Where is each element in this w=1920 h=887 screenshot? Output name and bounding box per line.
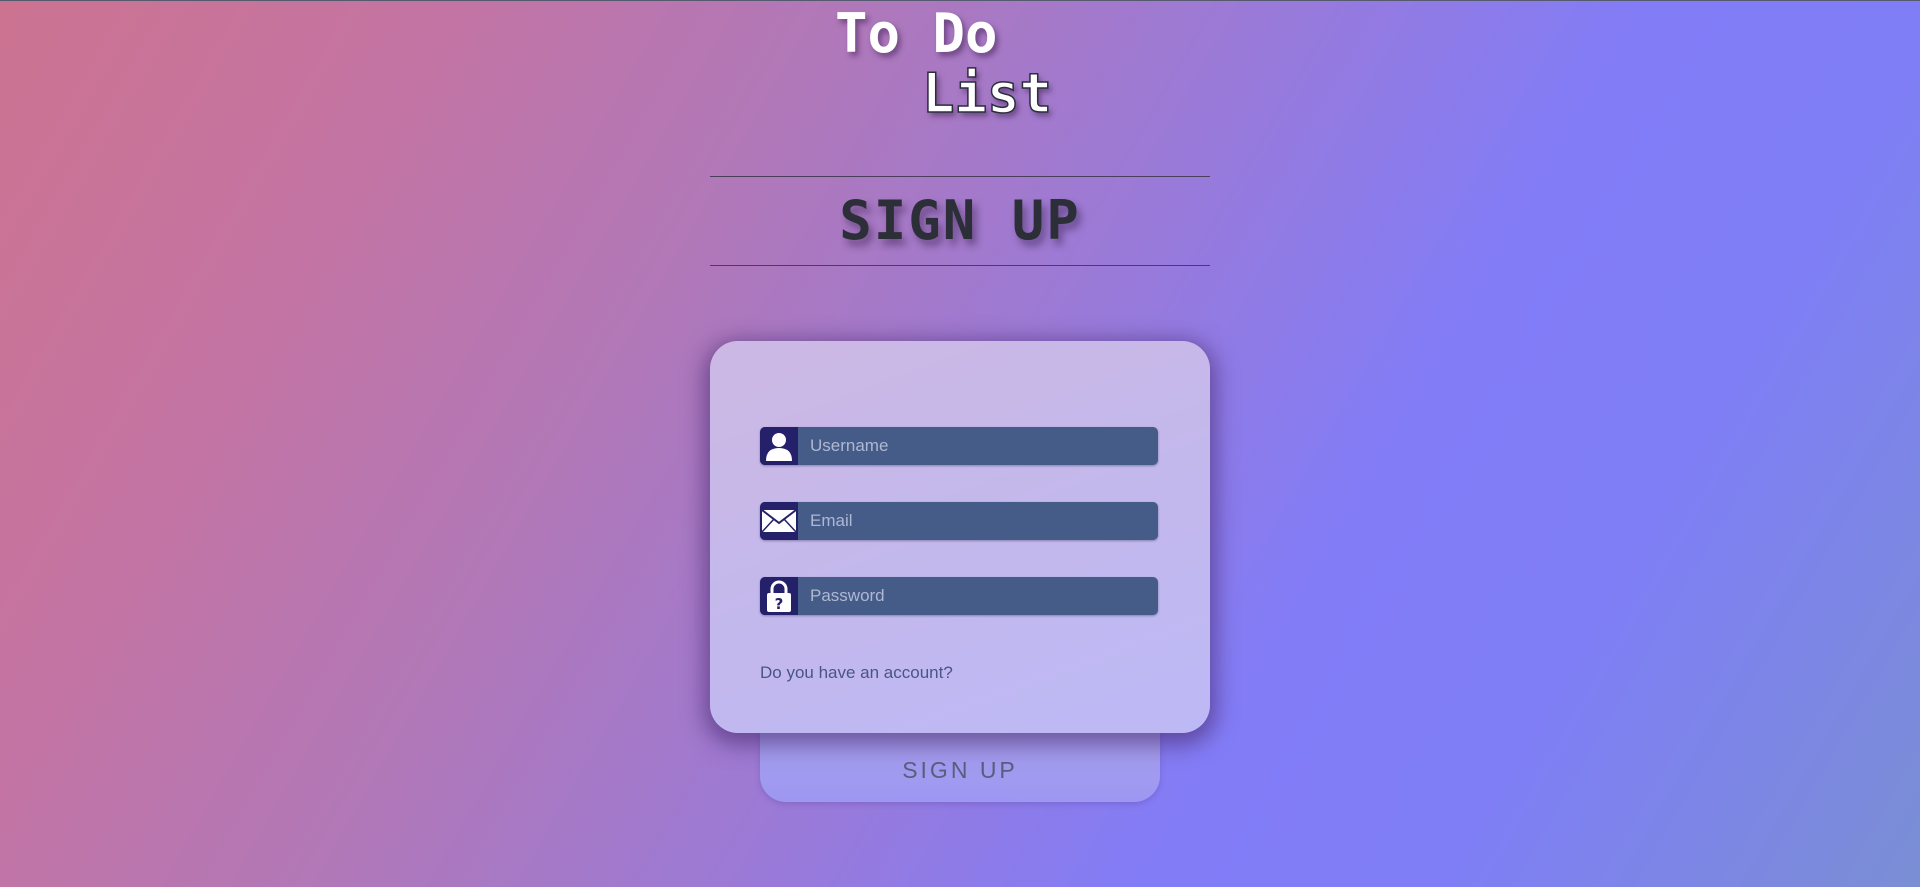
sign-up-button[interactable]: SIGN UP [760,725,1160,802]
email-input[interactable] [798,502,1158,540]
logo-line-to-do: To Do [835,2,998,65]
logo-line-list: List [921,61,1053,126]
user-icon [760,427,798,465]
password-input[interactable] [798,577,1158,615]
password-field-group: ? [760,577,1158,615]
lock-question-icon: ? [760,577,798,615]
sign-up-button-label: SIGN UP [902,757,1018,783]
svg-text:?: ? [775,595,784,613]
heading-bottom-divider [710,265,1210,266]
page-title: SIGN UP [839,189,1081,252]
app-logo: To Do List [0,0,1920,130]
have-account-link[interactable]: Do you have an account? [760,663,953,683]
envelope-icon [760,502,798,540]
signup-form-card: ? Do you have an account? [710,341,1210,733]
heading-top-divider [710,176,1210,177]
username-input[interactable] [798,427,1158,465]
email-field-group [760,502,1158,540]
username-field-group [760,427,1158,465]
